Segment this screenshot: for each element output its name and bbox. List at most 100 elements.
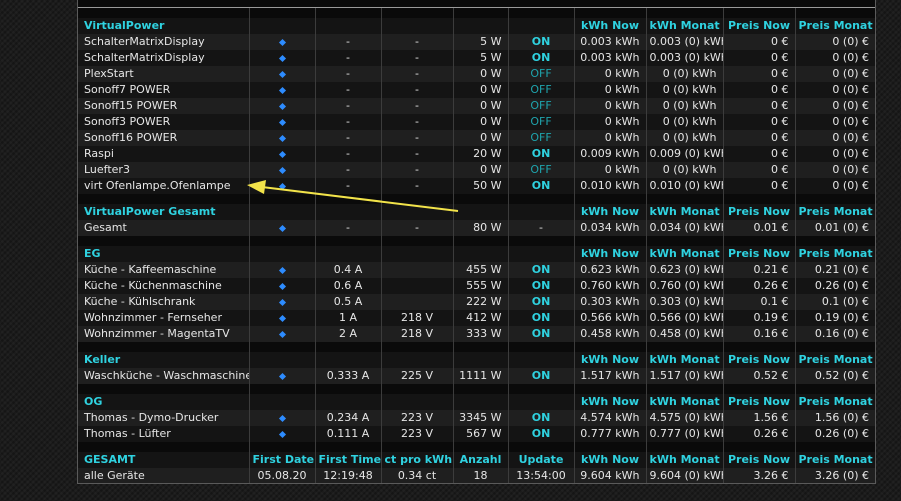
power-value: 50 W — [452, 178, 508, 194]
device-name: Sonoff3 POWER — [78, 114, 249, 130]
device-marker-cell — [248, 368, 315, 384]
spacer-cell — [380, 442, 453, 452]
kwh-now-value: 0.003 kWh — [573, 34, 646, 50]
current-value: - — [314, 98, 381, 114]
voltage-value — [380, 278, 453, 294]
spacer-cell — [380, 236, 453, 246]
table-row: SchalterMatrixDisplay - -5 W ON 0.003 kWh 0.0… — [78, 34, 875, 50]
voltage-value: 218 V — [380, 326, 453, 342]
total-header-name: GESAMT — [78, 452, 249, 468]
header-empty-cell — [507, 394, 574, 410]
kwh-now-value: 0.034 kWh — [573, 220, 646, 236]
total-anzahl: 18 — [452, 468, 508, 483]
device-marker-icon — [278, 70, 286, 78]
kwh-monat-value: 0 (0) kWh — [645, 98, 723, 114]
device-name: Küche - Kühlschrank — [78, 294, 249, 310]
preis-now-value: 0.1 € — [722, 294, 795, 310]
power-value: 0 W — [452, 66, 508, 82]
total-header-preis-monat: Preis Monat — [794, 452, 875, 468]
device-name: Gesamt — [78, 220, 249, 236]
spacer-cell — [794, 442, 875, 452]
spacer-cell — [452, 442, 508, 452]
preis-now-value: 1.56 € — [722, 410, 795, 426]
kwh-now-value: 0.777 kWh — [573, 426, 646, 442]
preis-monat-value: 0.16 (0) € — [794, 326, 875, 342]
device-name: Wohnzimmer - MagentaTV — [78, 326, 249, 342]
spacer-cell — [248, 442, 315, 452]
device-marker-cell — [248, 162, 315, 178]
preis-monat-value: 0 (0) € — [794, 114, 875, 130]
preis-now-value: 0 € — [722, 162, 795, 178]
kwh-monat-value: 0.034 (0) kWh — [645, 220, 723, 236]
kwh-now-value: 0.566 kWh — [573, 310, 646, 326]
header-kwh-monat: kWh Monat — [645, 18, 723, 34]
kwh-monat-value: 0.458 (0) kWh — [645, 326, 723, 342]
state-value: ON — [507, 146, 574, 162]
current-value: 0.333 A — [314, 368, 381, 384]
kwh-monat-value: 0 (0) kWh — [645, 114, 723, 130]
spacer-cell — [645, 442, 723, 452]
spacer-cell — [452, 236, 508, 246]
preis-now-value: 0.16 € — [722, 326, 795, 342]
device-name: virt Ofenlampe.Ofenlampe — [78, 178, 249, 194]
group-header-keller: Keller kWh Now kWh Monat Preis Now Preis Mon… — [78, 352, 875, 368]
device-marker-icon — [278, 224, 286, 232]
power-value: 80 W — [452, 220, 508, 236]
table-row: Luefter3- -0 W OFF 0 kWh 0 (0) kWh 0 €0 (0) € — [78, 162, 875, 178]
device-marker-cell — [248, 34, 315, 50]
kwh-now-value: 0.009 kWh — [573, 146, 646, 162]
kwh-monat-value: 0.777 (0) kWh — [645, 426, 723, 442]
table-row: Küche - Küchenmaschine 0.6 A 555 W ON 0.760 … — [78, 278, 875, 294]
header-empty-cell — [248, 394, 315, 410]
spacer-cell — [314, 342, 381, 352]
header-preis-now: Preis Now — [722, 18, 795, 34]
preis-monat-value: 0 (0) € — [794, 98, 875, 114]
header-empty-cell — [507, 352, 574, 368]
device-marker-cell — [248, 278, 315, 294]
header-kwh-now: kWh Now — [573, 352, 646, 368]
header-empty-cell — [248, 352, 315, 368]
preis-monat-value: 0 (0) € — [794, 34, 875, 50]
preis-now-value: 0 € — [722, 82, 795, 98]
device-name: SchalterMatrixDisplay — [78, 50, 249, 66]
total-kwh-monat: 9.604 (0) kWh — [645, 468, 723, 483]
preis-now-value: 0.26 € — [722, 426, 795, 442]
state-value: OFF — [507, 130, 574, 146]
power-value: 5 W — [452, 34, 508, 50]
device-name: Waschküche - Waschmaschine — [78, 368, 249, 384]
device-marker-icon — [278, 38, 286, 46]
header-empty-cell — [507, 246, 574, 262]
device-name: Thomas - Lüfter — [78, 426, 249, 442]
spacer-cell — [722, 342, 795, 352]
device-marker-cell — [248, 294, 315, 310]
device-marker-icon — [278, 134, 286, 142]
power-value: 0 W — [452, 130, 508, 146]
total-update: 13:54:00 — [507, 468, 574, 483]
group-title: VirtualPower Gesamt — [78, 204, 249, 220]
current-value: - — [314, 66, 381, 82]
power-value: 567 W — [452, 426, 508, 442]
preis-monat-value: 0 (0) € — [794, 130, 875, 146]
group-spacer — [78, 342, 875, 352]
table-row: Thomas - Lüfter 0.111 A 223 V 567 W ON 0.777 … — [78, 426, 875, 442]
spacer-cell — [248, 8, 315, 18]
state-value: - — [507, 220, 574, 236]
preis-monat-value: 0 (0) € — [794, 146, 875, 162]
state-value: ON — [507, 50, 574, 66]
header-preis-now: Preis Now — [722, 204, 795, 220]
table-row: Sonoff3 POWER - -0 W OFF 0 kWh 0 (0) kWh 0 €0 … — [78, 114, 875, 130]
device-marker-icon — [278, 298, 286, 306]
kwh-now-value: 0 kWh — [573, 82, 646, 98]
total-preis-now: 3.26 € — [722, 468, 795, 483]
group-title: Keller — [78, 352, 249, 368]
voltage-value: - — [380, 34, 453, 50]
current-value: - — [314, 130, 381, 146]
current-value: 0.234 A — [314, 410, 381, 426]
total-preis-monat: 3.26 (0) € — [794, 468, 875, 483]
device-name: Sonoff15 POWER — [78, 98, 249, 114]
power-value: 0 W — [452, 162, 508, 178]
kwh-monat-value: 0.010 (0) kWh — [645, 178, 723, 194]
header-kwh-now: kWh Now — [573, 246, 646, 262]
total-ct-pro-kwh: 0.34 ct — [380, 468, 453, 483]
spacer-cell — [380, 384, 453, 394]
